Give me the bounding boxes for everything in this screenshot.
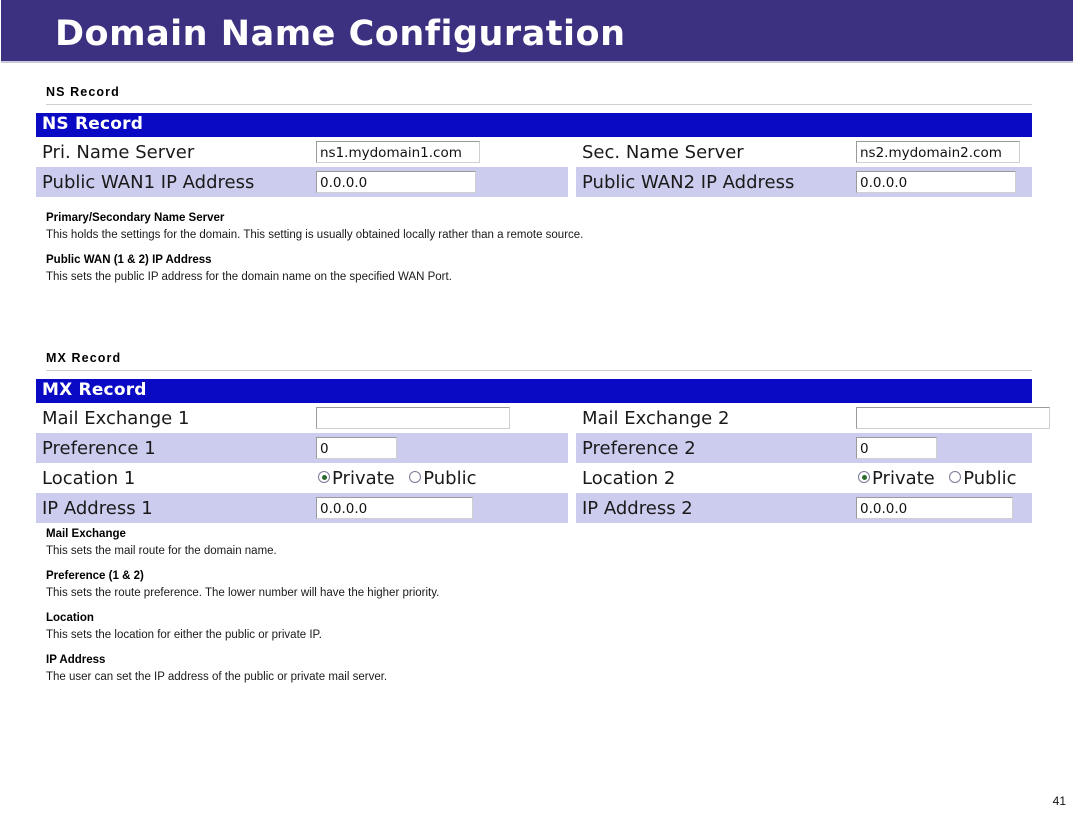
ip-address-1-field-cell: 0.0.0.0 bbox=[314, 493, 568, 524]
mail-exchange-2-input[interactable] bbox=[856, 407, 1050, 430]
table-row: IP Address 1 0.0.0.0 IP Address 2 0.0.0.… bbox=[36, 493, 1033, 524]
pri-name-server-label: Pri. Name Server bbox=[36, 137, 314, 168]
table-row: Preference 1 0 Preference 2 0 bbox=[36, 433, 1033, 464]
location-1-label: Location 1 bbox=[36, 463, 314, 494]
preference-2-input[interactable]: 0 bbox=[856, 437, 937, 460]
preference-1-field-cell: 0 bbox=[314, 433, 568, 464]
public-wan2-ip-input[interactable]: 0.0.0.0 bbox=[856, 171, 1016, 194]
mail-exchange-2-field-cell bbox=[854, 403, 1050, 434]
ip-address-2-label: IP Address 2 bbox=[576, 493, 854, 524]
radio-unselected-icon[interactable] bbox=[409, 471, 422, 484]
location-1-public-option[interactable]: Public bbox=[409, 467, 477, 489]
preference-2-field-cell: 0 bbox=[854, 433, 1033, 464]
mail-exchange-1-label: Mail Exchange 1 bbox=[36, 403, 314, 434]
mx-section-caption: MX Record bbox=[46, 351, 1032, 371]
table-row: Public WAN1 IP Address 0.0.0.0 Public WA… bbox=[36, 167, 1033, 198]
help-term: Preference (1 & 2) bbox=[46, 570, 144, 583]
help-term: Primary/Secondary Name Server bbox=[46, 212, 225, 224]
pri-name-server-input[interactable]: ns1.mydomain1.com bbox=[316, 141, 480, 164]
location-1-field-cell: Private Public bbox=[314, 463, 568, 494]
location-2-field-cell: Private Public bbox=[854, 463, 1033, 494]
page-number: 41 bbox=[1052, 794, 1066, 808]
column-gap bbox=[568, 167, 576, 198]
page-title: Domain Name Configuration bbox=[55, 14, 626, 54]
column-gap bbox=[568, 403, 576, 434]
ns-section-caption: NS Record bbox=[46, 85, 1032, 105]
location-1-private-label: Private bbox=[332, 467, 395, 489]
location-1-radio-group: Private Public bbox=[316, 468, 487, 489]
page-content: NS Record NS Record Pri. Name Server ns1… bbox=[0, 63, 1080, 834]
sec-name-server-input[interactable]: ns2.mydomain2.com bbox=[856, 141, 1020, 164]
pri-name-server-field-cell: ns1.mydomain1.com bbox=[314, 137, 568, 168]
ns-table-title: NS Record bbox=[36, 113, 1033, 138]
public-wan1-ip-label: Public WAN1 IP Address bbox=[36, 167, 314, 198]
column-gap bbox=[568, 137, 576, 168]
ns-table-title-row: NS Record bbox=[36, 113, 1033, 138]
radio-unselected-icon[interactable] bbox=[949, 471, 962, 484]
help-desc: This holds the settings for the domain. … bbox=[46, 228, 584, 241]
location-2-label: Location 2 bbox=[576, 463, 854, 494]
ns-help-block: Primary/Secondary Name Server This holds… bbox=[46, 211, 1006, 285]
location-2-public-label: Public bbox=[963, 467, 1017, 489]
mail-exchange-2-label: Mail Exchange 2 bbox=[576, 403, 854, 434]
column-gap bbox=[568, 493, 576, 524]
location-1-public-label: Public bbox=[423, 467, 477, 489]
ip-address-2-field-cell: 0.0.0.0 bbox=[854, 493, 1033, 524]
table-row: Location 1 Private Public Location 2 Pri… bbox=[36, 463, 1033, 494]
public-wan2-ip-field-cell: 0.0.0.0 bbox=[854, 167, 1033, 198]
mx-record-table: MX Record Mail Exchange 1 Mail Exchange … bbox=[36, 379, 1050, 524]
mx-table-title: MX Record bbox=[36, 379, 1033, 404]
help-term: Public WAN (1 & 2) IP Address bbox=[46, 254, 212, 267]
ip-address-1-input[interactable]: 0.0.0.0 bbox=[316, 497, 473, 520]
preference-1-input[interactable]: 0 bbox=[316, 437, 397, 460]
mail-exchange-1-input[interactable] bbox=[316, 407, 510, 430]
radio-selected-icon[interactable] bbox=[858, 471, 870, 484]
sec-name-server-field-cell: ns2.mydomain2.com bbox=[854, 137, 1033, 168]
location-1-private-option[interactable]: Private bbox=[318, 468, 395, 489]
page-header-banner: Domain Name Configuration bbox=[1, 0, 1073, 63]
preference-1-label: Preference 1 bbox=[36, 433, 314, 464]
help-term: IP Address bbox=[46, 654, 106, 667]
public-wan2-ip-label: Public WAN2 IP Address bbox=[576, 167, 854, 198]
location-2-public-option[interactable]: Public bbox=[949, 467, 1017, 489]
mx-table-title-row: MX Record bbox=[36, 379, 1033, 404]
ip-address-2-input[interactable]: 0.0.0.0 bbox=[856, 497, 1013, 520]
public-wan1-ip-field-cell: 0.0.0.0 bbox=[314, 167, 568, 198]
help-desc: This sets the location for either the pu… bbox=[46, 628, 322, 641]
help-desc: This sets the route preference. The lowe… bbox=[46, 586, 440, 599]
public-wan1-ip-input[interactable]: 0.0.0.0 bbox=[316, 171, 476, 194]
help-desc: This sets the mail route for the domain … bbox=[46, 544, 277, 557]
table-row: Pri. Name Server ns1.mydomain1.com Sec. … bbox=[36, 137, 1033, 168]
preference-2-label: Preference 2 bbox=[576, 433, 854, 464]
column-gap bbox=[568, 463, 576, 494]
help-desc: This sets the public IP address for the … bbox=[46, 270, 452, 283]
location-2-private-option[interactable]: Private bbox=[858, 468, 935, 489]
radio-selected-icon[interactable] bbox=[318, 471, 330, 484]
ip-address-1-label: IP Address 1 bbox=[36, 493, 314, 524]
help-term: Location bbox=[46, 612, 94, 625]
ns-record-table: NS Record Pri. Name Server ns1.mydomain1… bbox=[36, 113, 1033, 198]
column-gap bbox=[568, 433, 576, 464]
help-desc: The user can set the IP address of the p… bbox=[46, 670, 388, 683]
sec-name-server-label: Sec. Name Server bbox=[576, 137, 854, 168]
help-term: Mail Exchange bbox=[46, 528, 126, 540]
location-2-radio-group: Private Public bbox=[856, 468, 1027, 489]
mail-exchange-1-field-cell bbox=[314, 403, 568, 434]
mx-help-block: Mail Exchange This sets the mail route f… bbox=[46, 527, 1006, 685]
location-2-private-label: Private bbox=[872, 467, 935, 489]
table-row: Mail Exchange 1 Mail Exchange 2 bbox=[36, 403, 1050, 434]
